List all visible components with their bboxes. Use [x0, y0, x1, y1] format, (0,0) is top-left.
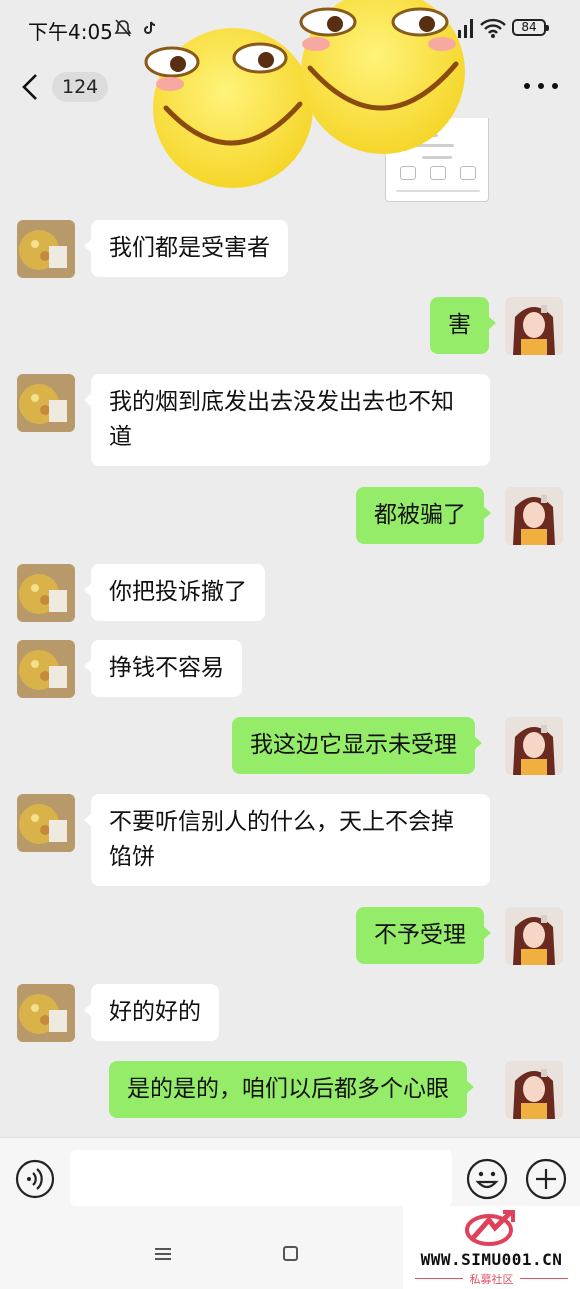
outgoing-message-bubble[interactable]: 害 [430, 297, 496, 354]
menu-key-icon[interactable] [155, 1247, 171, 1261]
back-chevron-icon [22, 74, 37, 100]
wifi-icon [480, 18, 506, 38]
contact-avatar[interactable] [17, 374, 75, 432]
battery-indicator: 84 [512, 19, 549, 36]
outgoing-message-bubble[interactable]: 我这边它显示未受理 [232, 717, 482, 774]
watermark-logo [465, 1210, 515, 1246]
incoming-message-bubble[interactable]: 你把投诉撤了 [84, 564, 265, 621]
contact-avatar[interactable] [17, 564, 75, 622]
my-avatar[interactable] [505, 297, 563, 355]
mute-bell-icon [114, 19, 132, 37]
shared-screenshot-image[interactable] [385, 118, 489, 202]
contact-avatar[interactable] [17, 640, 75, 698]
watermark-url: WWW.SIMU001.CN [420, 1250, 563, 1269]
status-bar: 下午4:05 84 [0, 0, 580, 56]
back-button[interactable]: 124 [18, 70, 109, 104]
incoming-message-bubble[interactable]: 我的烟到底发出去没发出去也不知道 [84, 374, 490, 466]
contact-avatar[interactable] [17, 794, 75, 852]
tiktok-icon [144, 21, 156, 34]
contact-avatar[interactable] [17, 984, 75, 1042]
unread-count-badge: 124 [52, 72, 109, 102]
more-options-button[interactable] [524, 78, 558, 94]
signal-icon [458, 19, 473, 38]
contact-avatar[interactable] [17, 220, 75, 278]
my-avatar[interactable] [505, 907, 563, 965]
my-avatar[interactable] [505, 487, 563, 545]
my-avatar[interactable] [505, 1061, 563, 1119]
outgoing-message-bubble[interactable]: 是的是的，咱们以后都多个心眼 [109, 1061, 474, 1118]
add-attachment-icon[interactable] [525, 1158, 567, 1200]
emoji-icon[interactable] [466, 1158, 508, 1200]
incoming-message-bubble[interactable]: 不要听信别人的什么，天上不会掉馅饼 [84, 794, 490, 886]
message-input[interactable] [70, 1150, 452, 1206]
home-key-icon[interactable] [283, 1246, 298, 1261]
outgoing-message-bubble[interactable]: 都被骗了 [356, 487, 491, 544]
my-avatar[interactable] [505, 717, 563, 775]
voice-input-icon[interactable] [15, 1159, 55, 1199]
chat-nav-bar: 124 [0, 56, 580, 118]
incoming-message-bubble[interactable]: 好的好的 [84, 984, 219, 1041]
watermark-subtitle: 私募社区 [403, 1271, 580, 1287]
incoming-message-bubble[interactable]: 挣钱不容易 [84, 640, 242, 697]
outgoing-message-bubble[interactable]: 不予受理 [356, 907, 491, 964]
status-time: 下午4:05 [28, 20, 113, 44]
site-watermark: WWW.SIMU001.CN 私募社区 [403, 1206, 580, 1289]
incoming-message-bubble[interactable]: 我们都是受害者 [84, 220, 288, 277]
